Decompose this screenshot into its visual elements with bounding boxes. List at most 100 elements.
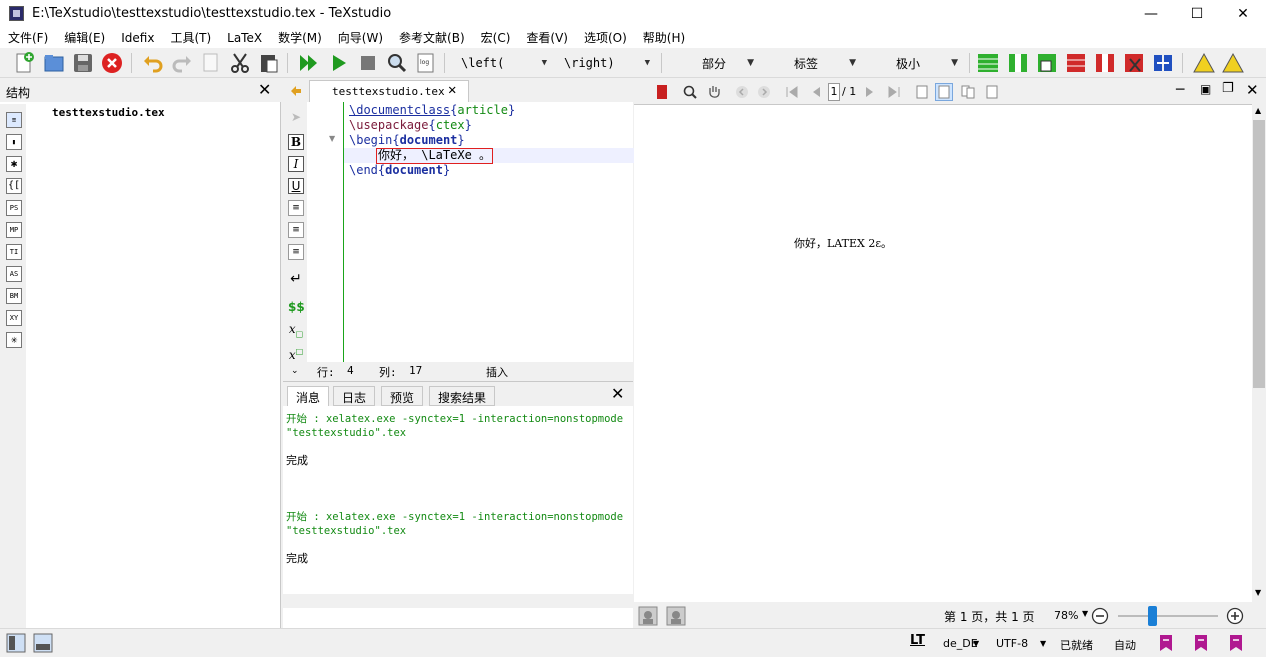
- two-pages-icon[interactable]: [960, 84, 976, 100]
- special-symbols-icon[interactable]: ✳: [6, 332, 22, 348]
- zoom-icon[interactable]: [682, 84, 698, 100]
- table-remove-column-icon[interactable]: [1093, 51, 1117, 75]
- newline-icon[interactable]: ↵: [288, 272, 304, 288]
- pstricks-icon[interactable]: PS: [6, 200, 22, 216]
- forward-icon[interactable]: [756, 84, 772, 100]
- size-select[interactable]: 极小 ▼: [868, 52, 964, 74]
- chevron-down-icon[interactable]: ▼: [1082, 609, 1088, 618]
- language-tool-indicator[interactable]: LT: [910, 633, 925, 648]
- close-window-icon[interactable]: ✕: [1220, 0, 1266, 28]
- structure-list-icon[interactable]: ≡: [6, 112, 22, 128]
- tab-search-results[interactable]: 搜索结果: [429, 386, 496, 406]
- first-page-icon[interactable]: [784, 84, 800, 100]
- section-select[interactable]: 部分 ▼: [670, 52, 760, 74]
- menu-wizards[interactable]: 向导(W): [330, 28, 391, 48]
- sync-follow-icon[interactable]: [666, 606, 686, 626]
- back-icon[interactable]: [734, 84, 750, 100]
- table-column-icon[interactable]: [1006, 51, 1030, 75]
- subscript-icon[interactable]: x□: [288, 322, 304, 338]
- menu-idefix[interactable]: Idefix: [113, 28, 162, 48]
- pdf-page[interactable]: 你好，LATEX 2ε。: [634, 104, 1252, 602]
- menu-help[interactable]: 帮助(H): [635, 28, 693, 48]
- new-file-icon[interactable]: [12, 51, 36, 75]
- minimize-icon[interactable]: —: [1128, 0, 1174, 28]
- metapost-icon[interactable]: MP: [6, 222, 22, 238]
- close-document-icon[interactable]: [100, 51, 124, 75]
- table-icon[interactable]: [976, 51, 1000, 75]
- tab-messages[interactable]: 消息: [287, 386, 330, 406]
- zoom-in-icon[interactable]: [1226, 607, 1244, 625]
- sync-icon[interactable]: [638, 606, 658, 626]
- cut-icon[interactable]: [228, 51, 252, 75]
- scroll-down-icon[interactable]: ▼: [1255, 588, 1261, 597]
- chevron-down-icon[interactable]: ⌄: [291, 366, 299, 376]
- toggle-structure-icon[interactable]: [6, 633, 26, 653]
- compile-icon[interactable]: [327, 51, 351, 75]
- zoom-slider-handle[interactable]: [1148, 606, 1157, 626]
- fit-page-icon[interactable]: [984, 84, 1000, 100]
- structure-file-item[interactable]: testtexstudio.tex: [52, 106, 165, 119]
- scroll-up-icon[interactable]: ▲: [1255, 106, 1261, 115]
- last-page-icon[interactable]: [886, 84, 902, 100]
- zoom-slider-track[interactable]: [1118, 615, 1218, 617]
- copy-icon[interactable]: [199, 51, 223, 75]
- table-cut-icon[interactable]: [1122, 51, 1146, 75]
- brackets-icon[interactable]: {[: [6, 178, 22, 194]
- tab-preview[interactable]: 预览: [381, 386, 424, 406]
- chevron-down-icon[interactable]: ▼: [1040, 639, 1046, 648]
- bookmark-icon[interactable]: ▮: [6, 134, 22, 150]
- continuous-page-icon[interactable]: [935, 83, 953, 101]
- menu-macros[interactable]: 宏(C): [473, 28, 519, 48]
- asymptote-icon[interactable]: AS: [6, 266, 22, 282]
- xymatrix-icon[interactable]: XY: [6, 310, 22, 326]
- pdf-scrollbar[interactable]: ▲ ▼: [1252, 104, 1266, 602]
- table-add-row-icon[interactable]: [1035, 51, 1059, 75]
- superscript-icon[interactable]: x□: [288, 344, 304, 362]
- menu-bibliography[interactable]: 参考文献(B): [391, 28, 473, 48]
- menu-edit[interactable]: 编辑(E): [56, 28, 113, 48]
- align-left-icon[interactable]: ≡: [288, 200, 304, 216]
- encoding[interactable]: UTF-8: [996, 637, 1028, 650]
- redo-icon[interactable]: [170, 51, 194, 75]
- tab-testtexstudio[interactable]: testtexstudio.tex ✕: [309, 80, 469, 102]
- open-file-icon[interactable]: [42, 51, 66, 75]
- close-icon[interactable]: ✕: [448, 82, 456, 98]
- build-view-icon[interactable]: [297, 51, 321, 75]
- zoom-out-icon[interactable]: [1091, 607, 1109, 625]
- paste-icon[interactable]: [257, 51, 281, 75]
- tab-log[interactable]: 日志: [333, 386, 376, 406]
- menu-latex[interactable]: LaTeX: [219, 28, 270, 48]
- pdf-menu-icon[interactable]: [654, 84, 670, 100]
- arrow-icon[interactable]: ➤: [288, 110, 304, 126]
- warning-icon[interactable]: [1192, 51, 1216, 75]
- previous-page-icon[interactable]: [808, 84, 824, 100]
- fold-marker-icon[interactable]: ▼: [329, 134, 335, 143]
- menu-math[interactable]: 数学(M): [270, 28, 330, 48]
- chevron-down-icon[interactable]: ▼: [973, 639, 979, 648]
- symbols-icon[interactable]: ✱: [6, 156, 22, 172]
- label-select[interactable]: 标签 ▼: [766, 52, 862, 74]
- menu-tools[interactable]: 工具(T): [162, 28, 219, 48]
- bookmark-previous-icon[interactable]: [1193, 634, 1209, 652]
- toggle-messages-icon[interactable]: [33, 633, 53, 653]
- align-center-icon[interactable]: ≡: [288, 222, 304, 238]
- hand-icon[interactable]: [706, 84, 722, 100]
- right-delimiter-select[interactable]: \right) ▼: [558, 52, 656, 74]
- underline-icon[interactable]: U: [288, 178, 304, 194]
- menu-file[interactable]: 文件(F): [0, 28, 56, 48]
- minimize-panel-icon[interactable]: ─: [1176, 82, 1184, 98]
- auto-mode[interactable]: 自动: [1114, 637, 1136, 653]
- table-align-icon[interactable]: [1151, 51, 1175, 75]
- restore-panel-icon[interactable]: ▣: [1200, 82, 1211, 96]
- stop-icon[interactable]: [356, 51, 380, 75]
- single-page-icon[interactable]: [914, 84, 930, 100]
- menu-view[interactable]: 查看(V): [518, 28, 576, 48]
- left-delimiter-select[interactable]: \left(▼: [455, 52, 553, 74]
- messages-scrollbar[interactable]: [283, 594, 633, 608]
- close-icon[interactable]: ✕: [258, 80, 271, 99]
- bold-icon[interactable]: B: [288, 134, 304, 150]
- italic-icon[interactable]: I: [288, 156, 304, 172]
- close-icon[interactable]: ✕: [611, 384, 624, 403]
- view-pdf-icon[interactable]: [385, 51, 409, 75]
- maximize-icon[interactable]: ☐: [1174, 0, 1220, 28]
